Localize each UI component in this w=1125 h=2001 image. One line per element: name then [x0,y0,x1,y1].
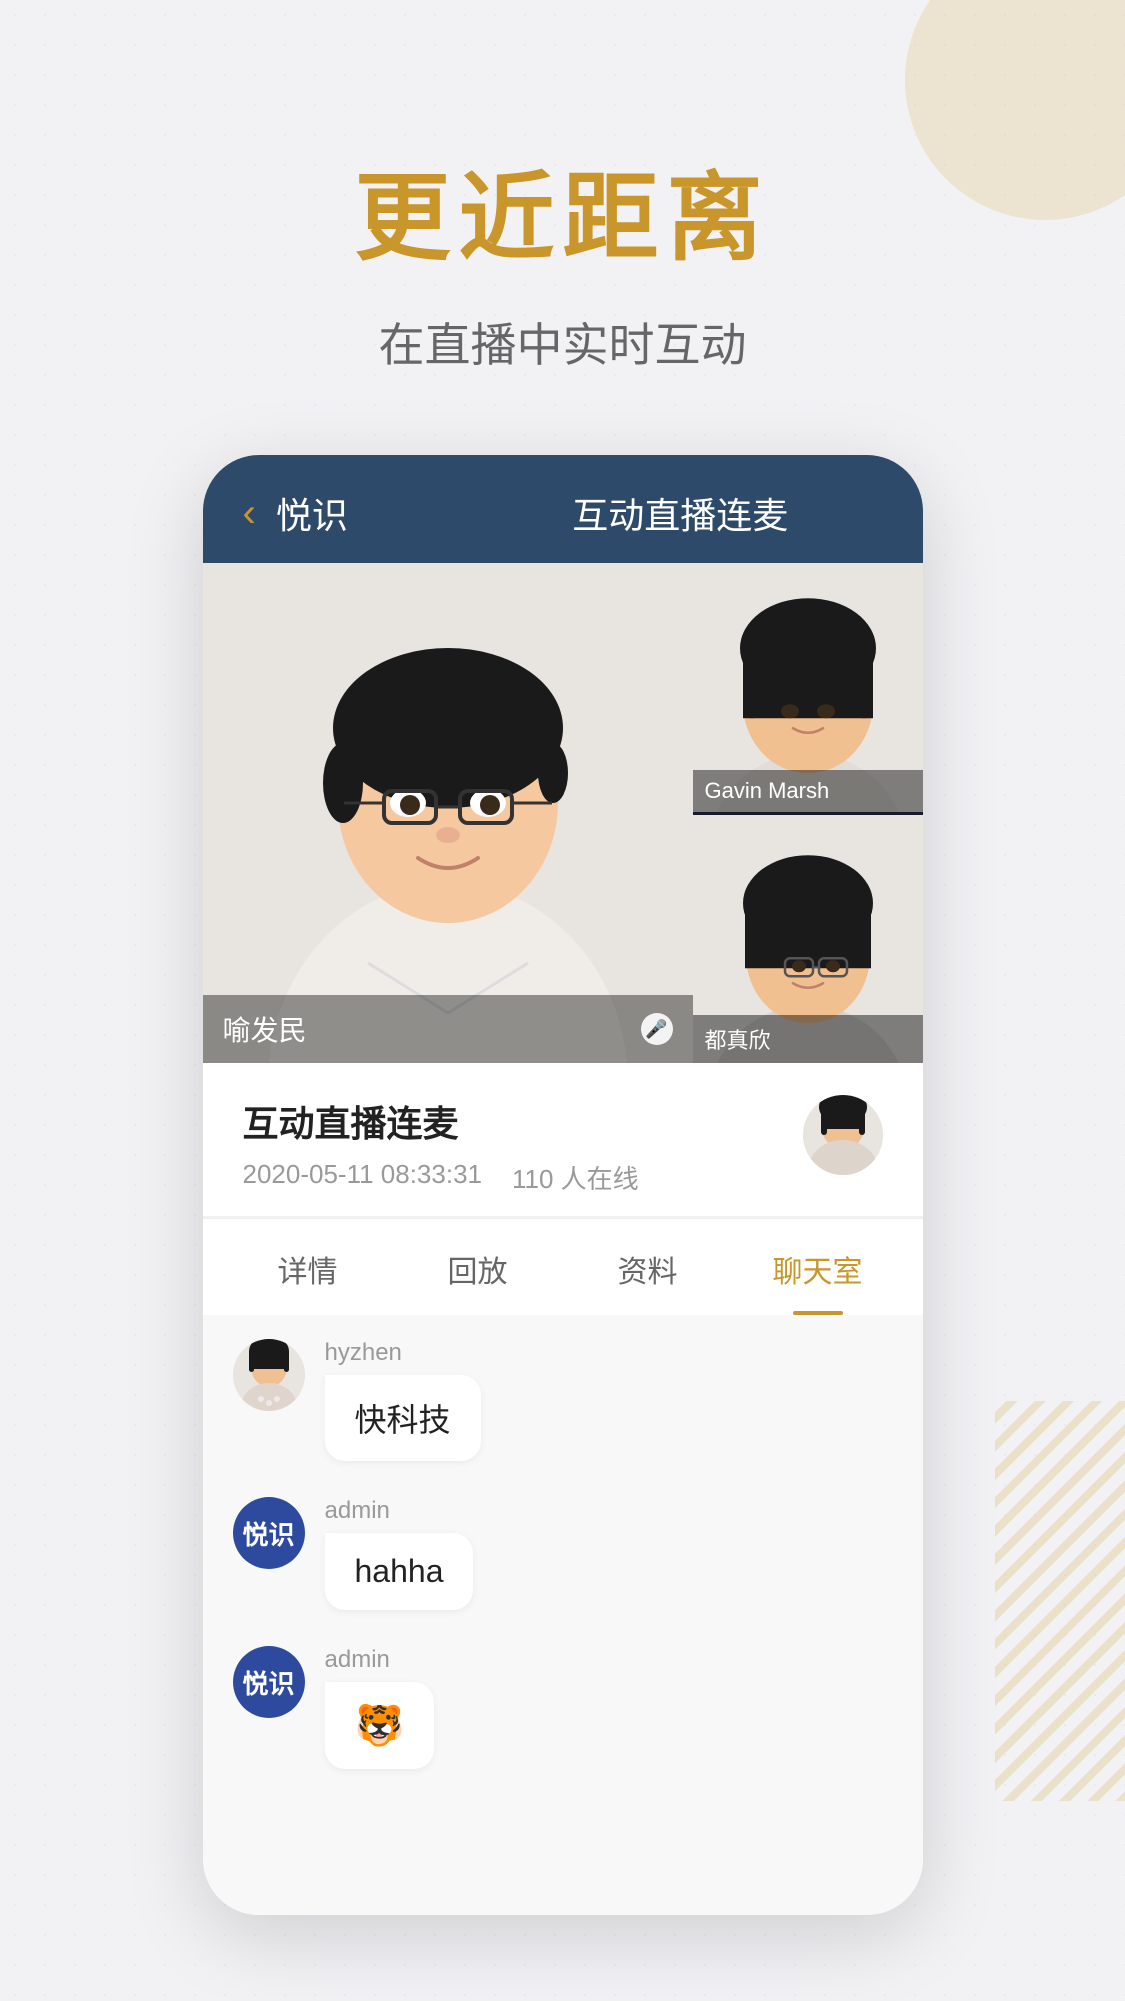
stream-info-right [803,1095,883,1175]
page-content: 更近距离 在直播中实时互动 ‹ 悦识 互动直播连麦 [0,0,1125,1915]
main-video-person-svg [203,563,693,1063]
video-grid: 喻发民 🎤 [203,563,923,1063]
chat-message: hyzhen 快科技 [233,1339,893,1461]
stream-online: 110 人在线 [512,1159,639,1196]
chat-username-3: admin [325,1646,435,1674]
app-header: ‹ 悦识 互动直播连麦 [203,455,923,563]
chat-message-2: 悦识 admin hahha [233,1497,893,1610]
main-participant-name: 喻发民 [223,1009,307,1049]
stream-title: 互动直播连麦 [243,1095,639,1147]
tab-materials[interactable]: 资料 [563,1219,733,1315]
back-button[interactable]: ‹ [243,491,256,536]
chat-username-1: hyzhen [325,1339,481,1367]
chat-message-3: 悦识 admin 🐯 [233,1646,893,1769]
app-header-title: 互动直播连麦 [478,487,882,539]
chat-body-admin2: admin 🐯 [325,1646,435,1769]
hero-subtitle: 在直播中实时互动 [379,309,747,375]
chat-bubble-1: 快科技 [325,1375,481,1461]
video-bottom-right: 都真欣 [693,815,923,1064]
tab-replay[interactable]: 回放 [393,1219,563,1315]
video-side: Gavin Marsh [693,563,923,1063]
yueshi-logo-text: 悦识 [242,1515,294,1552]
tab-detail[interactable]: 详情 [223,1219,393,1315]
host-avatar-svg [803,1095,883,1175]
stream-date: 2020-05-11 08:33:31 [243,1159,483,1196]
yueshi-logo-text-2: 悦识 [242,1664,294,1701]
stream-meta: 2020-05-11 08:33:31 110 人在线 [243,1159,639,1196]
chat-avatar-admin1: 悦识 [233,1497,305,1569]
chat-avatar-admin2: 悦识 [233,1646,305,1718]
tab-chat[interactable]: 聊天室 [733,1219,903,1315]
hyzhen-avatar-svg [233,1339,305,1411]
video-top-right: Gavin Marsh [693,563,923,812]
chat-avatar-hyzhen [233,1339,305,1411]
top-right-label: Gavin Marsh [693,770,923,812]
stream-info-left: 互动直播连麦 2020-05-11 08:33:31 110 人在线 [243,1095,639,1196]
chat-body-hyzhen: hyzhen 快科技 [325,1339,481,1461]
stream-info: 互动直播连麦 2020-05-11 08:33:31 110 人在线 [203,1063,923,1216]
chat-section: hyzhen 快科技 悦识 admin hahha 悦识 [203,1315,923,1915]
bottom-right-label: 都真欣 [693,1015,923,1063]
app-name-label: 悦识 [276,487,478,539]
video-main: 喻发民 🎤 [203,563,693,1063]
tabs-section: 详情 回放 资料 聊天室 [203,1218,923,1315]
chat-bubble-3: 🐯 [325,1682,435,1769]
host-avatar [803,1095,883,1175]
main-video-label: 喻发民 🎤 [203,995,693,1063]
chat-body-admin1: admin hahha [325,1497,474,1610]
chat-bubble-2: hahha [325,1533,474,1610]
chat-username-2: admin [325,1497,474,1525]
phone-mockup: ‹ 悦识 互动直播连麦 [203,455,923,1915]
mic-icon: 🎤 [641,1013,673,1045]
hero-title: 更近距离 [355,140,771,279]
